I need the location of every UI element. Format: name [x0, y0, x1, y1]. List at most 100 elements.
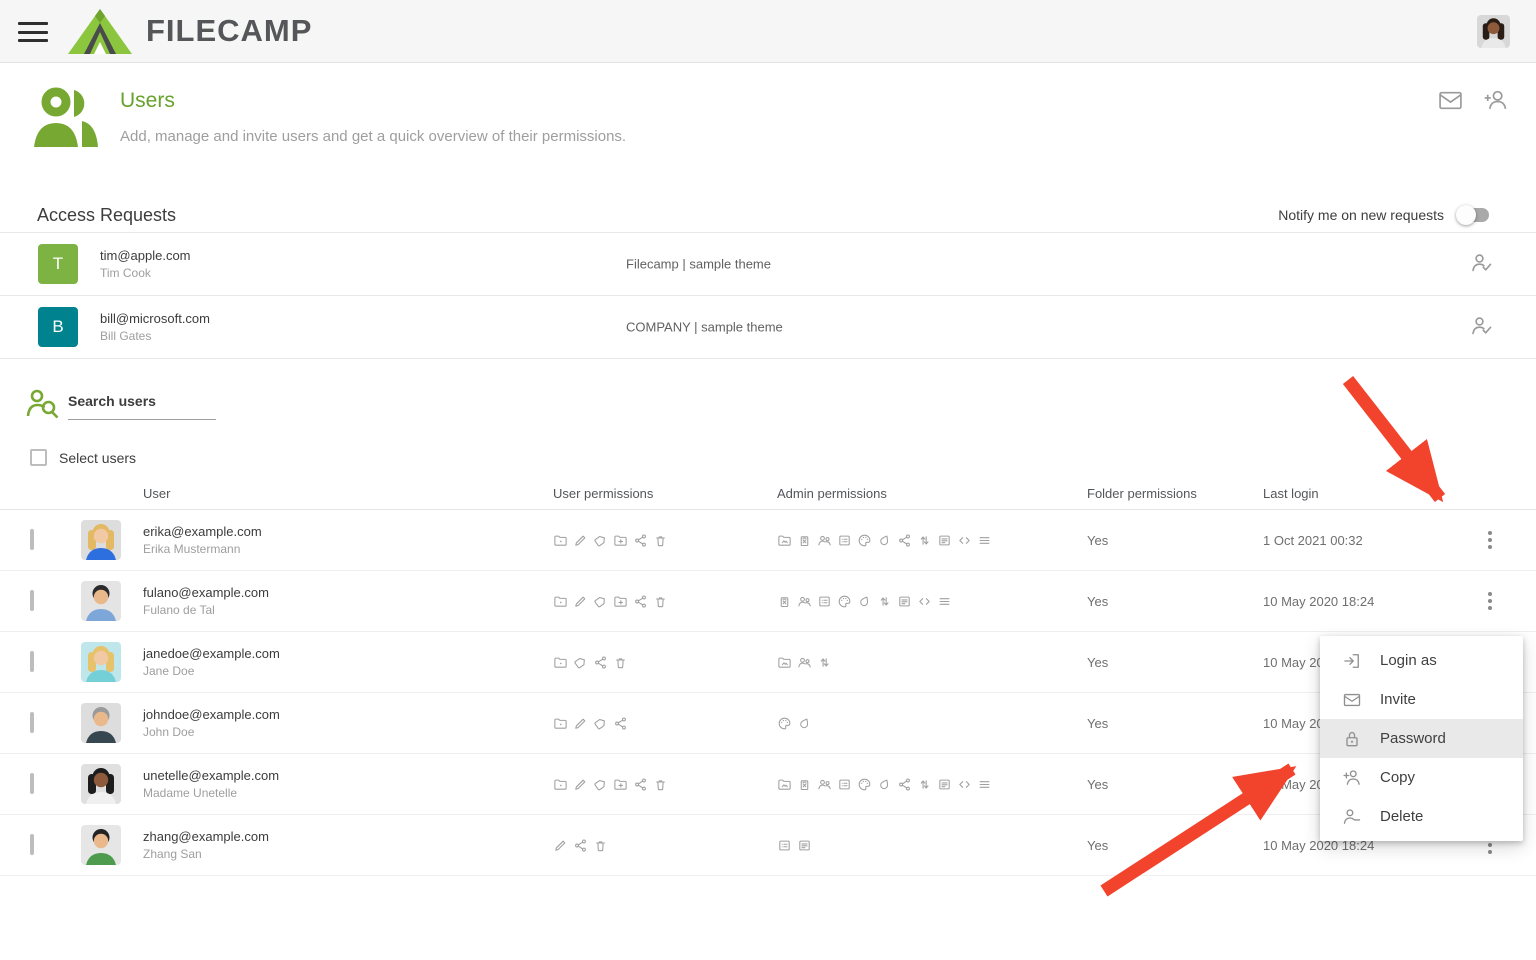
storage-icon: [797, 533, 812, 548]
user-photo-avatar: [81, 642, 121, 682]
row-menu-kebab-icon[interactable]: [1482, 527, 1498, 553]
label-icon: [593, 594, 608, 609]
hamburger-menu-icon[interactable]: [18, 22, 48, 42]
menu-item-delete[interactable]: Delete: [1320, 797, 1523, 836]
approve-user-icon[interactable]: [1470, 252, 1494, 276]
admin-permissions: [777, 777, 1087, 792]
folder-icon: [553, 777, 568, 792]
admin-permissions: [777, 655, 1087, 670]
share-icon: [633, 777, 648, 792]
select-all-checkbox[interactable]: [30, 449, 47, 466]
document-icon: [797, 838, 812, 853]
sort-icon: [917, 533, 932, 548]
row-checkbox[interactable]: [30, 529, 34, 550]
add-user-icon[interactable]: [1481, 88, 1508, 118]
menu-item-label: Password: [1380, 730, 1446, 747]
users-page-icon: [32, 85, 108, 151]
palette-icon: [837, 594, 852, 609]
code-icon: [957, 777, 972, 792]
admin-permissions: [777, 838, 1087, 853]
request-initial-avatar: B: [38, 307, 78, 347]
table-row: erika@example.comErika MustermannYes1 Oc…: [0, 510, 1536, 571]
palette-icon: [857, 533, 872, 548]
approve-user-icon[interactable]: [1470, 315, 1494, 339]
search-block: Search users: [26, 387, 216, 420]
user-email: unetelle@example.com: [143, 768, 553, 783]
folder-add-icon: [613, 533, 628, 548]
edit-icon: [573, 533, 588, 548]
label-icon: [593, 533, 608, 548]
row-checkbox[interactable]: [30, 651, 34, 672]
menu-item-password[interactable]: Password: [1320, 719, 1523, 758]
row-checkbox[interactable]: [30, 834, 34, 855]
folder-add-icon: [613, 594, 628, 609]
request-name: Bill Gates: [100, 329, 210, 343]
request-theme: COMPANY | sample theme: [626, 320, 783, 335]
folder-permissions-value: Yes: [1087, 716, 1263, 731]
user-name: Fulano de Tal: [143, 603, 553, 617]
page-header: Users Add, manage and invite users and g…: [0, 85, 1536, 160]
brand-logo: FILECAMP: [68, 8, 312, 54]
table-row: janedoe@example.comJane DoeYes10 May 202…: [0, 632, 1536, 693]
menu-item-login-as[interactable]: Login as: [1320, 641, 1523, 680]
folder-permissions-value: Yes: [1087, 655, 1263, 670]
edit-icon: [553, 838, 568, 853]
share-icon: [573, 838, 588, 853]
row-checkbox[interactable]: [30, 712, 34, 733]
request-email: tim@apple.com: [100, 248, 191, 263]
users-table-body: erika@example.comErika MustermannYes1 Oc…: [0, 510, 1536, 876]
row-checkbox[interactable]: [30, 773, 34, 794]
access-requests-title: Access Requests: [37, 205, 176, 226]
menu-icon: [977, 533, 992, 548]
notify-toggle[interactable]: [1456, 205, 1492, 225]
user-photo-avatar: [81, 825, 121, 865]
share-icon: [633, 533, 648, 548]
list-card-icon: [837, 533, 852, 548]
table-row: fulano@example.comFulano de TalYes10 May…: [0, 571, 1536, 632]
row-checkbox[interactable]: [30, 590, 34, 611]
folder-permissions-value: Yes: [1087, 777, 1263, 792]
delete-icon: [653, 594, 668, 609]
top-bar: FILECAMP: [0, 0, 1536, 63]
delete-icon: [593, 838, 608, 853]
share-icon: [897, 777, 912, 792]
select-users-block: Select users: [30, 449, 136, 466]
user-name: Erika Mustermann: [143, 542, 553, 556]
page-subtitle: Add, manage and invite users and get a q…: [120, 128, 626, 145]
list-card-icon: [777, 838, 792, 853]
last-login-value: 1 Oct 2021 00:32: [1263, 533, 1463, 548]
user-permissions: [553, 716, 777, 731]
notify-label: Notify me on new requests: [1278, 207, 1444, 223]
access-requests-list: Ttim@apple.comTim CookFilecamp | sample …: [0, 232, 1536, 359]
menu-icon: [977, 777, 992, 792]
folder-icon: [553, 716, 568, 731]
theme-drop-icon: [797, 716, 812, 731]
media-folder-icon: [777, 777, 792, 792]
mail-icon: [1342, 690, 1362, 710]
menu-item-label: Delete: [1380, 808, 1423, 825]
search-input[interactable]: Search users: [68, 387, 216, 420]
user-photo-avatar: [81, 520, 121, 560]
column-header-user-permissions: User permissions: [553, 486, 777, 501]
user-permissions: [553, 777, 777, 792]
invite-mail-icon[interactable]: [1438, 88, 1463, 118]
admin-permissions: [777, 594, 1087, 609]
folder-icon: [553, 594, 568, 609]
table-row: zhang@example.comZhang SanYes10 May 2020…: [0, 815, 1536, 876]
user-permissions: [553, 594, 777, 609]
sort-icon: [877, 594, 892, 609]
edit-icon: [573, 594, 588, 609]
row-menu-kebab-icon[interactable]: [1482, 588, 1498, 614]
menu-item-invite[interactable]: Invite: [1320, 680, 1523, 719]
menu-item-copy[interactable]: Copy: [1320, 758, 1523, 797]
column-header-last-login: Last login: [1263, 486, 1463, 501]
document-icon: [897, 594, 912, 609]
menu-item-label: Copy: [1380, 769, 1415, 786]
theme-drop-icon: [857, 594, 872, 609]
user-avatar[interactable]: [1477, 15, 1510, 48]
user-email: janedoe@example.com: [143, 646, 553, 661]
share-icon: [897, 533, 912, 548]
share-icon: [613, 716, 628, 731]
delete-icon: [613, 655, 628, 670]
users-icon: [797, 655, 812, 670]
